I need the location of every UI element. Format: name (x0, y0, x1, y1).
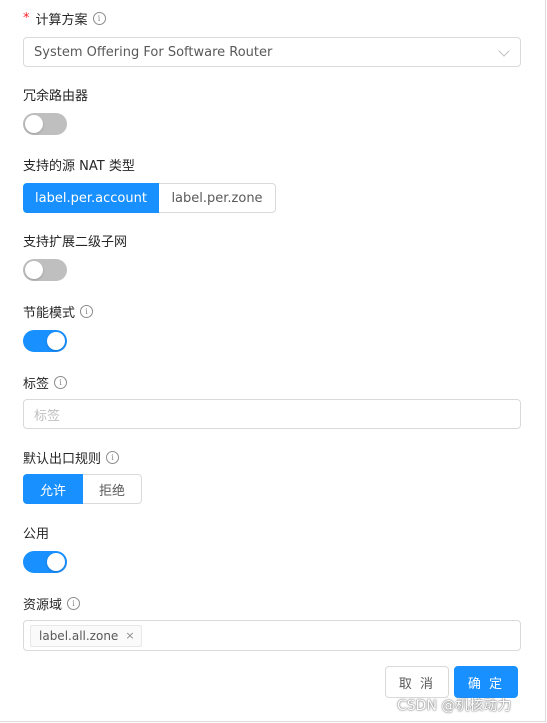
info-circle-icon[interactable]: i (92, 12, 106, 25)
compute-offering-label: * 计算方案 i (23, 9, 106, 28)
conserve-mode-label-text: 节能模式 (23, 306, 76, 321)
domain-label: 资源域 i (23, 594, 81, 613)
domain-select[interactable]: label.all.zone × (23, 620, 521, 651)
cancel-button[interactable]: 取 消 (385, 666, 449, 698)
info-circle-icon[interactable]: i (80, 305, 94, 318)
egress-allow-option[interactable]: 允许 (23, 474, 83, 504)
egress-policy-label: 默认出口规则 i (23, 448, 120, 467)
info-circle-icon[interactable]: i (106, 451, 120, 464)
switch-knob (47, 332, 65, 350)
source-nat-label: 支持的源 NAT 类型 (23, 155, 135, 174)
domain-tag: label.all.zone × (30, 624, 142, 647)
distributed-subnet-label: 支持扩展二级子网 (23, 231, 127, 250)
compute-offering-select[interactable]: System Offering For Software Router (23, 37, 521, 67)
info-circle-icon[interactable]: i (67, 597, 81, 610)
domain-tag-text: label.all.zone (39, 628, 119, 643)
switch-knob (25, 115, 43, 133)
switch-knob (25, 261, 43, 279)
tags-input-placeholder: 标签 (34, 408, 61, 424)
switch-knob (47, 553, 65, 571)
redundant-router-switch[interactable] (23, 113, 67, 135)
source-nat-per-account-option[interactable]: label.per.account (23, 183, 159, 213)
redundant-router-label: 冗余路由器 (23, 85, 88, 104)
tags-label-text: 标签 (23, 377, 50, 392)
compute-offering-label-text: 计算方案 (35, 13, 88, 28)
required-mark: * (23, 11, 30, 26)
egress-policy-radio-group: 允许 拒绝 (23, 474, 142, 504)
conserve-mode-switch[interactable] (23, 330, 67, 352)
redundant-router-label-text: 冗余路由器 (23, 89, 89, 104)
public-switch[interactable] (23, 551, 67, 573)
egress-deny-option[interactable]: 拒绝 (83, 474, 142, 504)
tags-label: 标签 i (23, 373, 68, 392)
compute-offering-value: System Offering For Software Router (34, 44, 273, 60)
source-nat-radio-group: label.per.account label.per.zone (23, 183, 276, 213)
domain-label-text: 资源域 (23, 598, 63, 613)
source-nat-per-zone-option[interactable]: label.per.zone (159, 183, 276, 213)
tags-input[interactable]: 标签 (23, 399, 521, 429)
egress-policy-label-text: 默认出口规则 (23, 452, 102, 467)
chevron-down-icon (498, 45, 510, 57)
distributed-subnet-switch[interactable] (23, 259, 67, 281)
conserve-mode-label: 节能模式 i (23, 302, 94, 321)
info-circle-icon[interactable]: i (54, 376, 68, 389)
form-panel (0, 0, 546, 722)
source-nat-label-text: 支持的源 NAT 类型 (23, 159, 135, 174)
public-label-text: 公用 (23, 527, 50, 542)
distributed-subnet-label-text: 支持扩展二级子网 (23, 235, 128, 250)
watermark: CSDN @机核动力 (397, 698, 512, 714)
public-label: 公用 (23, 523, 49, 542)
close-icon[interactable]: × (125, 629, 134, 642)
ok-button[interactable]: 确 定 (454, 666, 518, 698)
